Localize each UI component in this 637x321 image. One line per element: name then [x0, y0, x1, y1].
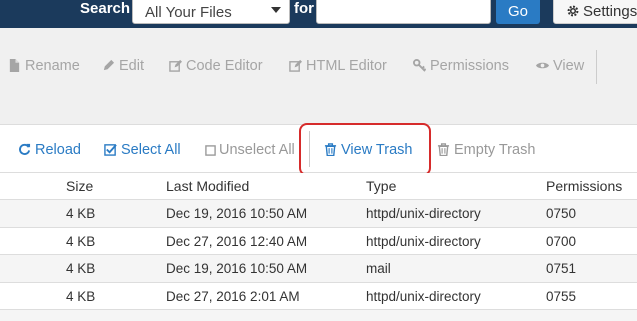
edit-icon: [289, 59, 302, 72]
pencil-icon: [103, 59, 115, 71]
table-row[interactable]: 4 KB Dec 27, 2016 2:01 AM httpd/unix-dir…: [0, 282, 637, 310]
empty-trash-button[interactable]: Empty Trash: [437, 142, 535, 158]
edit-button[interactable]: Edit: [102, 58, 144, 74]
cell-permissions: 0750: [546, 206, 577, 221]
file-toolbar: Rename Edit Code Editor HTML Editor Perm…: [0, 28, 637, 125]
table-row[interactable]: 4 KB Dec 27, 2016 12:40 AM httpd/unix-di…: [0, 227, 637, 255]
reload-label: Reload: [35, 142, 81, 158]
rename-label: Rename: [25, 58, 80, 74]
code-editor-button[interactable]: Code Editor: [169, 58, 263, 74]
cell-type: httpd/unix-directory: [366, 288, 481, 304]
edit-label: Edit: [119, 58, 144, 74]
column-header-size[interactable]: Size: [66, 178, 93, 194]
cell-permissions: 0755: [546, 288, 577, 304]
rename-button[interactable]: Rename: [8, 58, 80, 74]
unselect-all-label: Unselect All: [219, 142, 295, 158]
cell-last-modified: Dec 27, 2016 12:40 AM: [166, 233, 308, 249]
gear-icon: [567, 5, 579, 17]
top-search-bar: Search All Your Files for Go Settings: [0, 0, 637, 28]
for-label: for: [294, 0, 314, 17]
html-editor-label: HTML Editor: [306, 58, 387, 74]
view-label: View: [553, 58, 585, 74]
table-row-partial[interactable]: [0, 310, 637, 321]
cell-last-modified: Dec 19, 2016 10:50 AM: [166, 261, 308, 276]
search-scope-value: All Your Files: [145, 4, 232, 21]
permissions-button[interactable]: Permissions: [413, 58, 509, 74]
search-label: Search: [80, 0, 131, 17]
column-header-last-modified[interactable]: Last Modified: [166, 178, 249, 194]
column-header-permissions[interactable]: Permissions: [546, 178, 622, 194]
reload-button[interactable]: Reload: [18, 142, 81, 158]
select-all-button[interactable]: Select All: [104, 142, 181, 158]
cell-permissions: 0751: [546, 261, 577, 276]
table-header: Size Last Modified Type Permissions: [0, 173, 637, 200]
cell-last-modified: Dec 19, 2016 10:50 AM: [166, 206, 308, 221]
cell-type: httpd/unix-directory: [366, 233, 481, 249]
caret-down-icon: [271, 7, 281, 13]
toolbar-divider: [596, 50, 597, 84]
cell-permissions: 0700: [546, 233, 577, 249]
key-icon: [413, 59, 426, 72]
select-all-label: Select All: [121, 142, 181, 158]
column-header-type[interactable]: Type: [366, 178, 396, 194]
go-button[interactable]: Go: [496, 0, 540, 24]
empty-trash-label: Empty Trash: [454, 142, 536, 158]
cell-size: 4 KB: [66, 206, 96, 221]
edit-icon: [169, 59, 182, 72]
search-scope-select[interactable]: All Your Files: [132, 0, 290, 24]
code-editor-label: Code Editor: [186, 58, 263, 74]
cell-size: 4 KB: [66, 261, 96, 276]
settings-button[interactable]: Settings: [553, 0, 637, 24]
cell-last-modified: Dec 27, 2016 2:01 AM: [166, 288, 300, 304]
view-button[interactable]: View: [536, 58, 584, 74]
table-row[interactable]: 4 KB Dec 19, 2016 10:50 AM httpd/unix-di…: [0, 200, 637, 228]
table-row[interactable]: 4 KB Dec 19, 2016 10:50 AM mail 0751: [0, 255, 637, 283]
unselect-all-button[interactable]: Unselect All: [205, 142, 295, 158]
html-editor-button[interactable]: HTML Editor: [289, 58, 387, 74]
refresh-icon: [19, 143, 31, 155]
cell-type: mail: [366, 261, 391, 276]
trash-icon: [437, 143, 450, 156]
cell-size: 4 KB: [66, 233, 96, 249]
file-icon: [9, 59, 20, 72]
permissions-label: Permissions: [430, 58, 509, 74]
checkbox-empty-icon: [205, 145, 216, 156]
settings-label: Settings: [583, 3, 637, 20]
view-trash-highlight: [299, 123, 431, 176]
cell-size: 4 KB: [66, 288, 96, 304]
eye-icon: [536, 62, 549, 69]
cell-type: httpd/unix-directory: [366, 206, 481, 221]
search-input[interactable]: [316, 0, 491, 24]
checkbox-checked-icon: [104, 144, 117, 156]
